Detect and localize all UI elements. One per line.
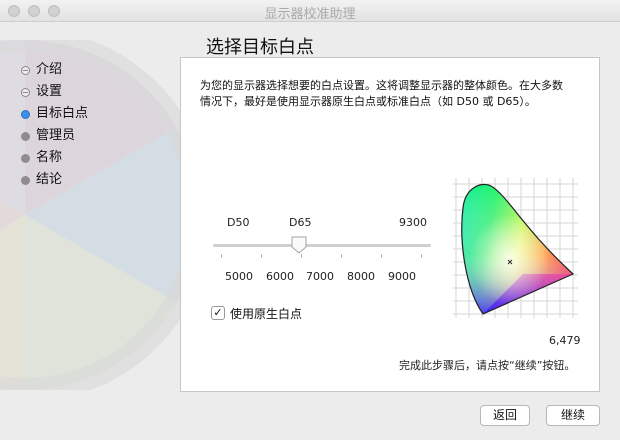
slider-tick — [381, 254, 382, 258]
native-white-point-checkbox[interactable]: ✓ — [211, 306, 225, 320]
step-label: 名称 — [36, 150, 63, 165]
slider-scale-8000: 8000 — [347, 270, 375, 283]
step-label: 管理员 — [36, 128, 76, 143]
slider-scale-7000: 7000 — [306, 270, 334, 283]
step-pending-icon — [21, 132, 30, 141]
step-label: 介绍 — [36, 62, 63, 77]
step-done-icon — [21, 88, 30, 97]
description-line: 为您的显示器选择想要的白点设置。这将调整显示器的整体颜色。在大多数 — [200, 79, 563, 92]
description-line: 情况下，最好是使用显示器原生白点或标准白点（如 D50 或 D65）。 — [200, 95, 536, 108]
slider-tick — [341, 254, 342, 258]
slider-scale-9000: 9000 — [388, 270, 416, 283]
slider-label-d50: D50 — [227, 216, 250, 229]
step-pending-icon — [21, 154, 30, 163]
slider-scale-5000: 5000 — [225, 270, 253, 283]
window-title: 显示器校准助理 — [264, 7, 356, 22]
slider-tick — [261, 254, 262, 258]
content-panel: 为您的显示器选择想要的白点设置。这将调整显示器的整体颜色。在大多数 情况下，最好… — [180, 57, 600, 392]
calibrator-window: 显示器校准助理 选择目标白点 介绍 设置 目标白点 管理员 名称 结论 为您的显… — [0, 0, 620, 440]
step-label: 结论 — [36, 172, 63, 187]
step-conclusion: 结论 — [20, 170, 88, 192]
title-bar: 显示器校准助理 — [0, 0, 620, 22]
step-list: 介绍 设置 目标白点 管理员 名称 结论 — [20, 60, 88, 192]
step-label: 设置 — [36, 84, 63, 99]
back-button[interactable]: 返回 — [480, 405, 530, 426]
step-intro: 介绍 — [20, 60, 88, 82]
slider-tick — [301, 254, 302, 258]
slider-label-d65: D65 — [289, 216, 312, 229]
step-pending-icon — [21, 176, 30, 185]
step-target-white-point: 目标白点 — [20, 104, 88, 126]
cie-chromaticity-diagram-icon — [453, 178, 578, 318]
slider-thumb-icon[interactable] — [290, 236, 308, 254]
step-setup: 设置 — [20, 82, 88, 104]
slider-scale-6000: 6000 — [266, 270, 294, 283]
kelvin-value-readout: 6,479 — [549, 334, 581, 347]
step-label: 目标白点 — [36, 106, 89, 121]
step-name: 名称 — [20, 148, 88, 170]
page-title: 选择目标白点 — [206, 37, 314, 58]
native-white-point-label[interactable]: 使用原生白点 — [230, 305, 302, 322]
description-text: 为您的显示器选择想要的白点设置。这将调整显示器的整体颜色。在大多数 情况下，最好… — [200, 78, 595, 110]
slider-tick — [221, 254, 222, 258]
slider-tick — [421, 254, 422, 258]
continue-button[interactable]: 继续 — [546, 405, 600, 426]
slider-label-9300: 9300 — [399, 216, 427, 229]
white-point-slider[interactable] — [213, 244, 431, 247]
instruction-hint: 完成此步骤后，请点按“继续”按钮。 — [399, 359, 576, 372]
step-done-icon — [21, 66, 30, 75]
step-current-icon — [21, 110, 30, 119]
step-admin: 管理员 — [20, 126, 88, 148]
